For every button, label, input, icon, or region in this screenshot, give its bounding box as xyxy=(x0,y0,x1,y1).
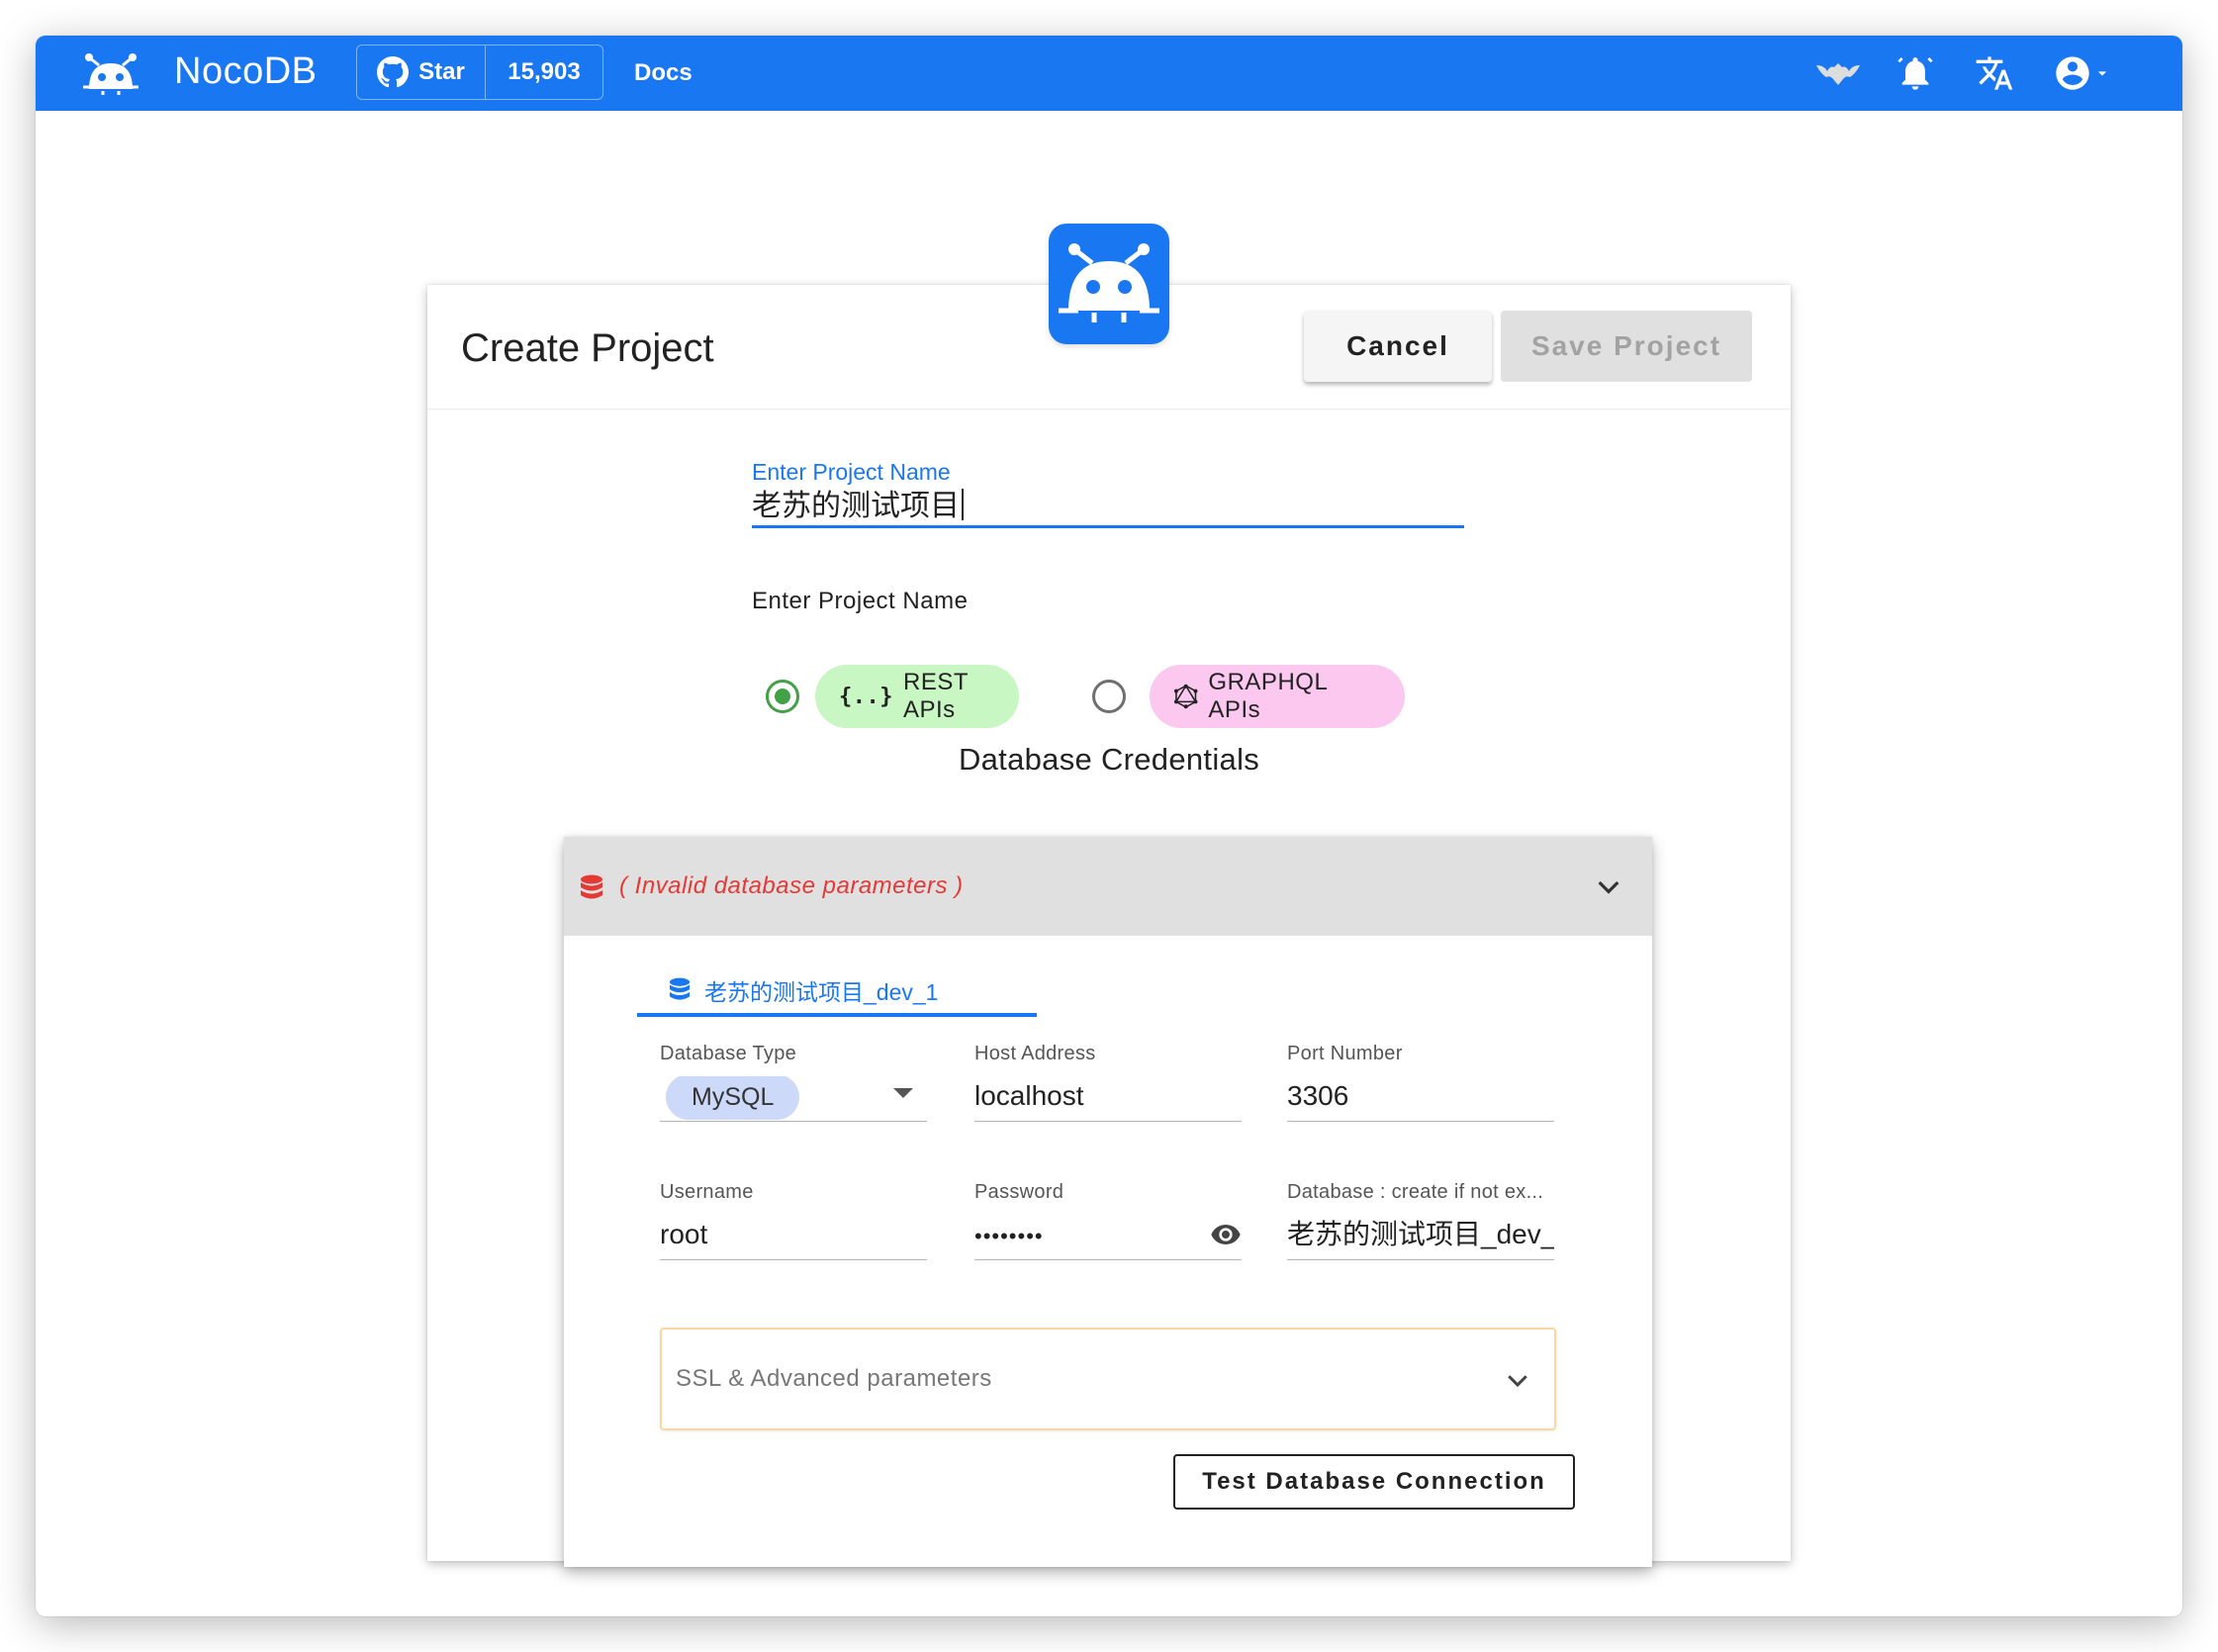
github-star-count[interactable]: 15,903 xyxy=(486,46,602,99)
github-icon xyxy=(377,56,410,88)
app-window: NocoDB Star 15,903 Docs Create Project C… xyxy=(36,36,2182,1616)
port-number-input[interactable]: 3306 xyxy=(1287,1076,1554,1122)
username-field[interactable]: Username root xyxy=(660,1179,927,1260)
graphql-api-chip[interactable]: GRAPHQL APIs xyxy=(1150,665,1405,728)
panel-header[interactable]: ( Invalid database parameters ) xyxy=(564,837,1652,936)
graphql-api-radio[interactable] xyxy=(1092,680,1126,713)
translate-icon[interactable] xyxy=(1973,51,2016,95)
ssl-advanced-label: SSL & Advanced parameters xyxy=(676,1365,992,1392)
chevron-down-icon xyxy=(1508,1375,1527,1388)
database-name-input[interactable]: 老苏的测试项目_dev_1 xyxy=(1287,1215,1554,1260)
host-address-label: Host Address xyxy=(974,1043,1096,1064)
test-database-connection-button[interactable]: Test Database Connection xyxy=(1173,1454,1575,1510)
brand-name[interactable]: NocoDB xyxy=(174,49,318,93)
tab-label: 老苏的测试项目_dev_1 xyxy=(704,979,939,1005)
chevron-down-icon[interactable] xyxy=(1593,871,1624,902)
account-menu-button[interactable] xyxy=(2048,51,2117,95)
host-address-input[interactable]: localhost xyxy=(974,1076,1242,1122)
tab-indicator xyxy=(637,1013,1037,1017)
save-project-button[interactable]: Save Project xyxy=(1501,311,1752,382)
nocodb-app-logo xyxy=(1049,224,1169,344)
project-name-label: Enter Project Name xyxy=(752,459,951,485)
username-input[interactable]: root xyxy=(660,1215,927,1260)
github-star-button[interactable]: Star xyxy=(357,46,486,99)
panel-status-text: ( Invalid database parameters ) xyxy=(619,872,964,899)
curly-braces-icon: {..} xyxy=(839,684,893,709)
divider xyxy=(427,409,1791,410)
database-connection-panel: ( Invalid database parameters ) 老苏的测试项目_… xyxy=(564,837,1652,1567)
docs-link[interactable]: Docs xyxy=(634,57,693,89)
database-name-field[interactable]: Database : create if not ex... 老苏的测试项目_d… xyxy=(1287,1179,1554,1260)
username-label: Username xyxy=(660,1181,754,1203)
project-name-value: 老苏的测试项目 xyxy=(752,490,960,522)
github-star-widget[interactable]: Star 15,903 xyxy=(356,45,603,100)
top-app-bar: NocoDB Star 15,903 Docs xyxy=(36,36,2182,111)
tab-database-env[interactable]: 老苏的测试项目_dev_1 xyxy=(637,965,1037,1015)
project-name-input[interactable]: 老苏的测试项目 xyxy=(752,487,1464,528)
database-type-select[interactable]: MySQL xyxy=(660,1076,927,1122)
cancel-button[interactable]: Cancel xyxy=(1304,311,1492,382)
graphql-api-label: GRAPHQL APIs xyxy=(1208,669,1328,723)
password-value: •••••••• xyxy=(974,1224,1044,1248)
database-credentials-heading: Database Credentials xyxy=(958,742,1260,777)
graphql-icon xyxy=(1173,684,1198,709)
password-label: Password xyxy=(974,1181,1064,1203)
rest-api-radio[interactable] xyxy=(766,680,799,713)
api-type-label: Enter Project Name xyxy=(752,588,969,614)
database-type-chip: MySQL xyxy=(666,1076,800,1120)
create-project-card: Create Project Cancel Save Project Enter… xyxy=(427,285,1791,1567)
host-address-field[interactable]: Host Address localhost xyxy=(974,1041,1242,1122)
rest-api-chip[interactable]: {..} REST APIs xyxy=(815,665,1019,728)
port-number-label: Port Number xyxy=(1287,1043,1403,1064)
database-type-label: Database Type xyxy=(660,1043,797,1064)
nocodb-logo-icon xyxy=(1059,243,1159,322)
bell-icon[interactable] xyxy=(1894,51,1937,95)
dropdown-arrow-icon xyxy=(893,1088,913,1098)
database-type-field[interactable]: Database Type MySQL xyxy=(660,1041,927,1122)
database-icon xyxy=(581,874,602,899)
bat-icon[interactable] xyxy=(1816,51,1860,95)
ssl-advanced-expander[interactable]: SSL & Advanced parameters xyxy=(660,1328,1556,1430)
text-caret xyxy=(962,489,964,520)
page-title: Create Project xyxy=(461,326,714,370)
account-circle-icon xyxy=(2056,56,2089,90)
database-icon xyxy=(669,977,691,1000)
rest-api-label: REST APIs xyxy=(902,669,969,723)
caret-down-icon xyxy=(2097,71,2107,76)
database-name-label: Database : create if not ex... xyxy=(1287,1181,1544,1203)
password-field[interactable]: Password •••••••• xyxy=(974,1179,1242,1260)
port-number-field[interactable]: Port Number 3306 xyxy=(1287,1041,1554,1122)
github-star-label: Star xyxy=(418,58,465,85)
password-input[interactable]: •••••••• xyxy=(974,1215,1242,1260)
nocodb-logo-icon[interactable] xyxy=(83,51,139,95)
eye-icon[interactable] xyxy=(1210,1219,1242,1250)
